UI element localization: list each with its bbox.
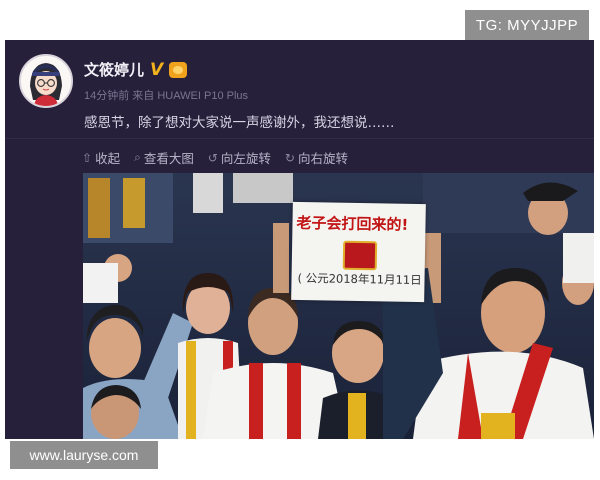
sign-date: ( 公元2018年11月11日 ) [297, 270, 430, 288]
weibo-post-card: 文筱婷儿 V 14分钟前 来自 HUAWEI P10 Plus 感恩节，除了想对… [5, 40, 594, 439]
thumb-up-icon: ⇧ [82, 150, 93, 165]
avatar-illustration [21, 56, 71, 106]
image-action-bar: ⇧ 收起 ⌕ 查看大图 ↺ 向左旋转 ↻ 向右旋转 [82, 148, 348, 167]
tg-watermark-badge: TG: MYYJJPP [465, 10, 589, 40]
rotate-right-icon: ↻ [284, 150, 295, 165]
search-icon: ⌕ [134, 150, 141, 164]
level-badge-icon [169, 61, 188, 78]
rotate-left-button[interactable]: ↺ 向左旋转 [208, 148, 271, 167]
club-emblem-icon [342, 240, 378, 271]
post-meta: 14分钟前 来自 HUAWEI P10 Plus [84, 90, 249, 102]
rotate-right-button[interactable]: ↻ 向右旋转 [285, 148, 348, 167]
view-large-label: 查看大图 [143, 151, 194, 166]
collapse-button[interactable]: ⇧ 收起 [82, 148, 120, 167]
avatar[interactable] [19, 54, 73, 108]
post-text: 感恩节，除了想对大家说一声感谢外，我还想说…… [84, 115, 395, 131]
rotate-right-label: 向右旋转 [297, 151, 348, 166]
verified-icon: V [150, 59, 164, 80]
protest-sign: 老子会打回来的! ( 公元2018年11月11日 ) [291, 201, 430, 303]
username[interactable]: 文筱婷儿 [84, 59, 144, 80]
post-photo[interactable]: 老子会打回来的! ( 公元2018年11月11日 ) [83, 173, 594, 439]
rotate-left-icon: ↺ [207, 150, 218, 165]
view-large-image-button[interactable]: ⌕ 查看大图 [134, 148, 194, 167]
collapse-label: 收起 [95, 151, 121, 166]
rotate-left-label: 向左旋转 [220, 151, 271, 166]
sign-headline: 老子会打回来的! [296, 213, 409, 234]
divider [5, 138, 594, 139]
site-watermark: www.lauryse.com [10, 441, 158, 469]
username-row: 文筱婷儿 V [84, 59, 188, 80]
